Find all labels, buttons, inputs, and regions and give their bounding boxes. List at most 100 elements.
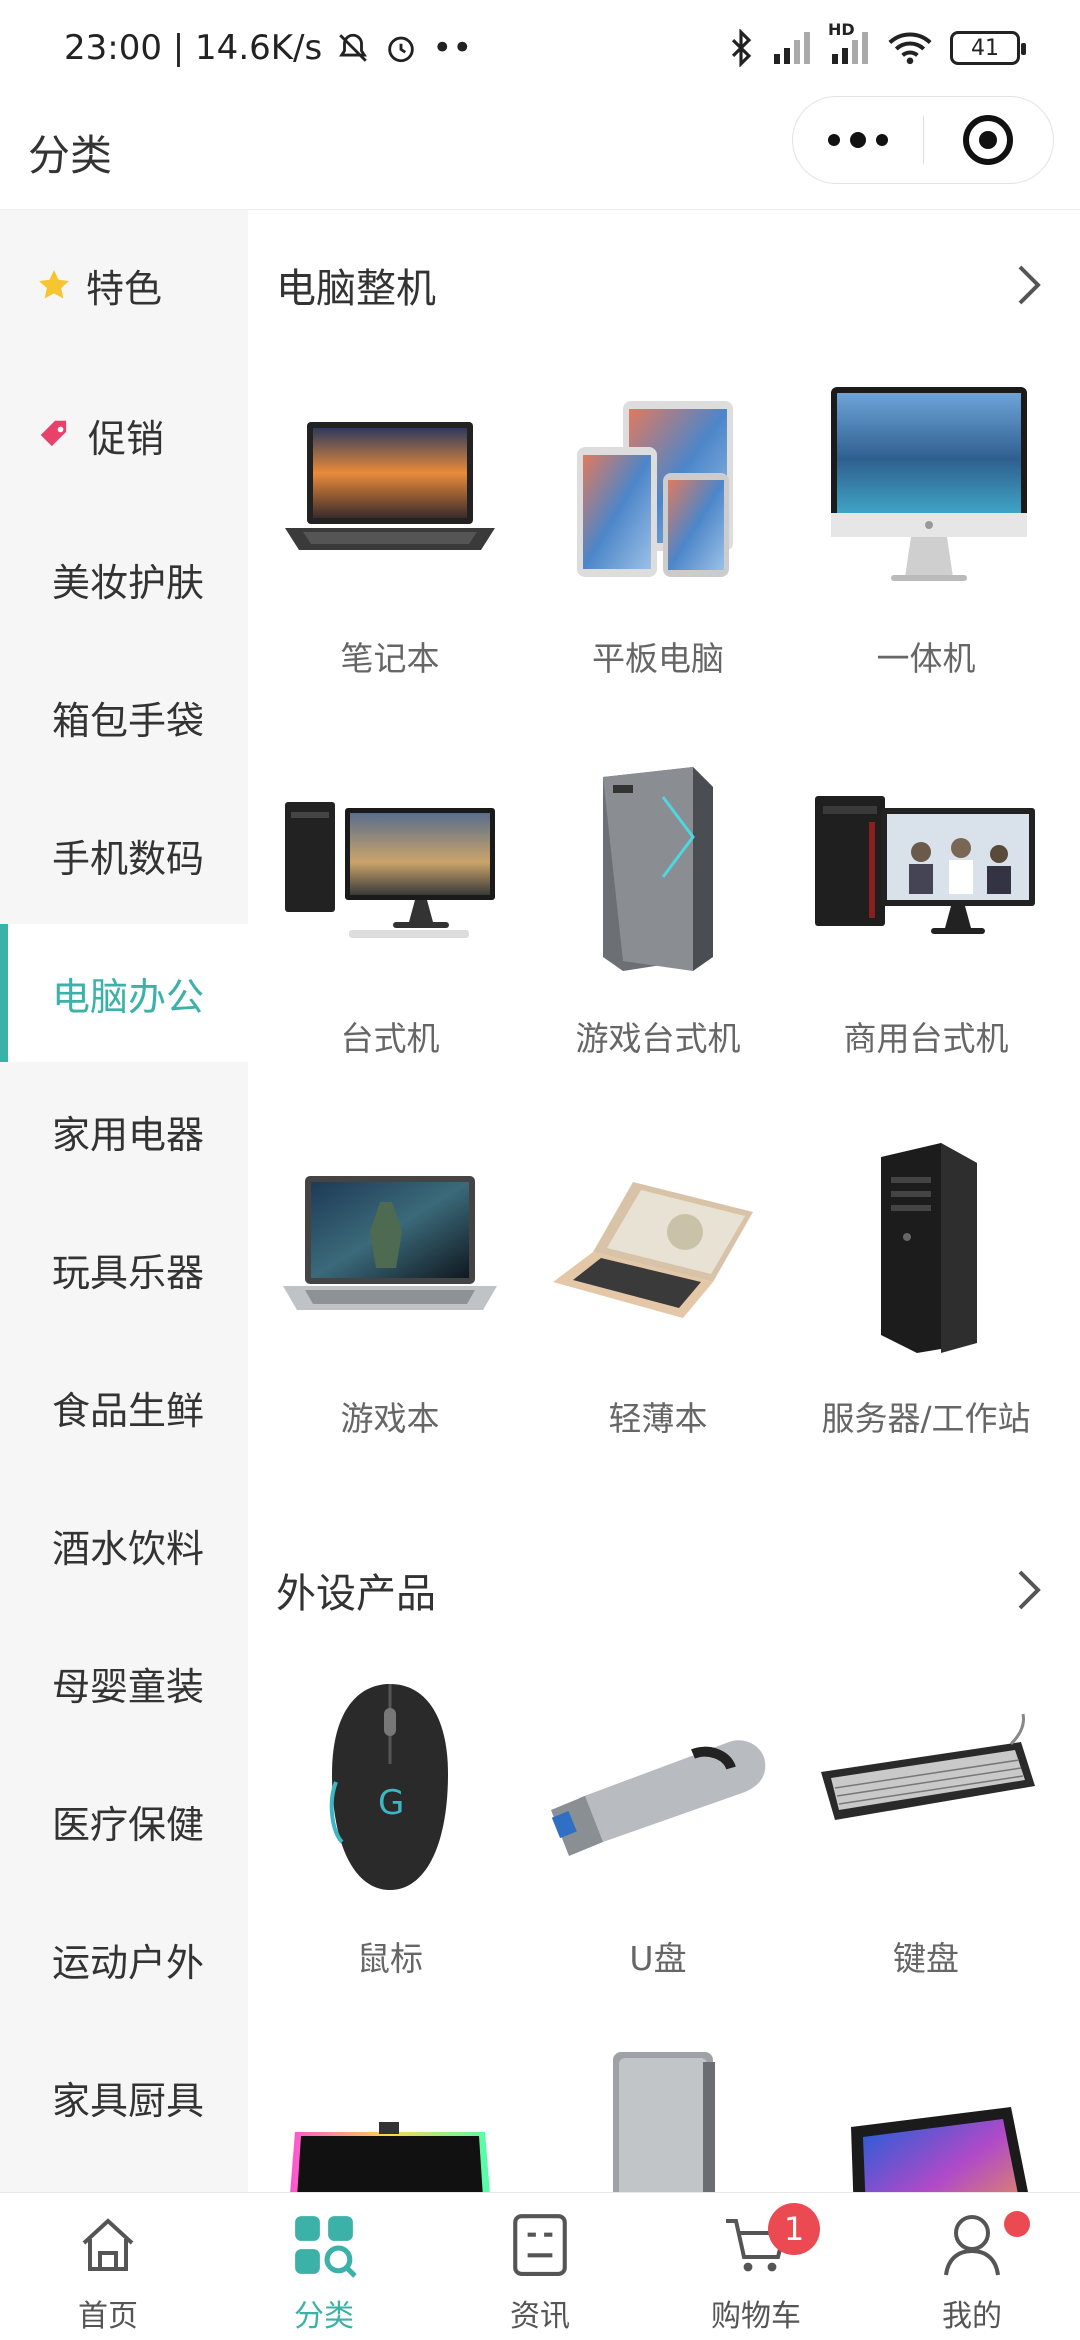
category-item-all-in-one[interactable]: 一体机 xyxy=(792,360,1060,740)
item-label: 服务器/工作站 xyxy=(821,1399,1031,1438)
category-item-mouse[interactable]: G 鼠标 xyxy=(256,1660,524,2030)
sidebar-item-health[interactable]: 医疗保健 xyxy=(0,1752,248,1890)
category-item-business-desktop[interactable]: 商用台式机 xyxy=(792,740,1060,1120)
sidebar-item-baby[interactable]: 母婴童装 xyxy=(0,1614,248,1752)
sidebar-item-label: 家具厨具 xyxy=(52,2078,205,2123)
notification-dot xyxy=(1004,2211,1030,2237)
mouse-image: G xyxy=(275,1672,505,1902)
category-item-desktop[interactable]: 台式机 xyxy=(256,740,524,1120)
gaming-laptop-image xyxy=(275,1132,505,1362)
tab-category[interactable]: 分类 xyxy=(216,2193,432,2340)
sidebar-item-promotion[interactable]: 促销 xyxy=(0,360,248,510)
battery-icon: 41 xyxy=(950,31,1026,65)
mini-program-capsule xyxy=(792,96,1054,184)
signal-icon xyxy=(772,32,812,64)
sidebar-item-label: 运动户外 xyxy=(52,1940,205,1985)
all-in-one-image xyxy=(811,372,1041,602)
sidebar-item-bags[interactable]: 箱包手袋 xyxy=(0,648,248,786)
page-title: 分类 xyxy=(28,131,113,180)
section-header[interactable]: 外设产品 xyxy=(248,1500,1080,1660)
tag-icon xyxy=(36,416,74,454)
ultrabook-image xyxy=(543,1132,773,1362)
sidebar-item-phones[interactable]: 手机数码 xyxy=(0,786,248,924)
category-item-laptop[interactable]: 笔记本 xyxy=(256,360,524,740)
cart-badge: 1 xyxy=(768,2203,820,2255)
category-icon xyxy=(291,2207,357,2283)
bell-off-icon xyxy=(336,31,370,65)
product-grid: 笔记本 平板电脑 一体机 台式机 游戏台式机 商用台式机 游戏本 轻薄本 服务器… xyxy=(248,360,1080,1500)
tab-home[interactable]: 首页 xyxy=(0,2193,216,2340)
sidebar-item-furniture[interactable]: 家具厨具 xyxy=(0,2028,248,2166)
category-item-mousepad[interactable] xyxy=(256,2030,524,2192)
chevron-right-icon xyxy=(1016,1568,1044,1612)
tab-label: 首页 xyxy=(78,2299,138,2334)
item-label: 游戏台式机 xyxy=(575,1019,741,1058)
sidebar-item-beauty[interactable]: 美妆护肤 xyxy=(0,510,248,648)
status-time: 23:00 | 14.6K/s xyxy=(64,28,323,68)
more-notifications-icon: •• xyxy=(432,28,473,68)
laptop-image xyxy=(275,372,505,602)
category-item-server[interactable]: 服务器/工作站 xyxy=(792,1120,1060,1500)
sidebar-item-label: 电脑办公 xyxy=(52,974,205,1019)
sidebar-item-label: 美妆护肤 xyxy=(52,560,205,605)
category-item-hard-drive[interactable] xyxy=(524,2030,792,2192)
star-icon xyxy=(36,267,72,303)
gaming-desktop-image xyxy=(543,752,773,982)
category-sidebar: 特色 促销 美妆护肤 箱包手袋 手机数码 电脑办公 家用电器 玩具乐器 食品生鲜… xyxy=(0,210,248,2192)
sidebar-item-drinks[interactable]: 酒水饮料 xyxy=(0,1476,248,1614)
category-item-usb-drive[interactable]: U盘 xyxy=(524,1660,792,2030)
sidebar-item-label: 特色 xyxy=(86,266,163,311)
tab-cart[interactable]: 1 购物车 xyxy=(648,2193,864,2340)
hard-drive-image xyxy=(543,2042,773,2192)
more-button[interactable] xyxy=(793,97,923,183)
sidebar-item-label: 医疗保健 xyxy=(52,1802,205,1847)
bluetooth-icon xyxy=(728,29,754,67)
bottom-tab-bar: 首页 分类 资讯 1 购物车 我的 xyxy=(0,2192,1080,2340)
tab-news[interactable]: 资讯 xyxy=(432,2193,648,2340)
sidebar-item-appliances[interactable]: 家用电器 xyxy=(0,1062,248,1200)
tab-label: 分类 xyxy=(294,2299,354,2334)
tab-label: 我的 xyxy=(942,2299,1002,2334)
section-header[interactable]: 电脑整机 xyxy=(248,210,1080,360)
sidebar-item-food[interactable]: 食品生鲜 xyxy=(0,1338,248,1476)
tab-profile[interactable]: 我的 xyxy=(864,2193,1080,2340)
home-icon xyxy=(76,2207,140,2283)
item-label: 轻薄本 xyxy=(608,1399,708,1438)
signal-hd-icon: HD xyxy=(828,20,870,64)
sidebar-item-featured[interactable]: 特色 xyxy=(0,210,248,360)
status-bar: 23:00 | 14.6K/s •• HD 41 xyxy=(0,0,1080,96)
svg-text:G: G xyxy=(378,1783,404,1823)
usb-drive-image xyxy=(543,1672,773,1902)
sidebar-item-toys[interactable]: 玩具乐器 xyxy=(0,1200,248,1338)
sidebar-item-label: 母婴童装 xyxy=(52,1664,205,1709)
sidebar-item-sports[interactable]: 运动户外 xyxy=(0,1890,248,2028)
sidebar-item-label: 食品生鲜 xyxy=(52,1388,205,1433)
category-item-gaming-desktop[interactable]: 游戏台式机 xyxy=(524,740,792,1120)
sidebar-item-label: 玩具乐器 xyxy=(52,1250,205,1295)
desktop-image xyxy=(275,752,505,982)
sidebar-item-label: 促销 xyxy=(88,416,165,461)
sidebar-item-label: 箱包手袋 xyxy=(52,698,205,743)
tab-label: 购物车 xyxy=(711,2299,801,2334)
tab-label: 资讯 xyxy=(510,2299,570,2334)
target-icon xyxy=(963,115,1014,165)
battery-level: 41 xyxy=(971,35,999,61)
drawing-tablet-image xyxy=(811,2042,1041,2192)
item-label: 键盘 xyxy=(893,1939,959,1978)
alarm-icon xyxy=(384,31,418,65)
wifi-icon xyxy=(888,31,932,65)
category-item-gaming-laptop[interactable]: 游戏本 xyxy=(256,1120,524,1500)
sidebar-item-computers[interactable]: 电脑办公 xyxy=(0,924,248,1062)
item-label: 鼠标 xyxy=(357,1939,423,1978)
category-item-keyboard[interactable]: 键盘 xyxy=(792,1660,1060,2030)
business-desktop-image xyxy=(811,752,1041,982)
hd-label: HD xyxy=(828,20,855,39)
chevron-right-icon xyxy=(1016,263,1044,307)
close-button[interactable] xyxy=(924,97,1054,183)
category-item-tablet[interactable]: 平板电脑 xyxy=(524,360,792,740)
item-label: 商用台式机 xyxy=(843,1019,1009,1058)
category-item-ultrabook[interactable]: 轻薄本 xyxy=(524,1120,792,1500)
category-item-drawing-tablet[interactable] xyxy=(792,2030,1060,2192)
sidebar-item-label: 手机数码 xyxy=(52,836,205,881)
sidebar-item-label: 酒水饮料 xyxy=(52,1526,205,1571)
